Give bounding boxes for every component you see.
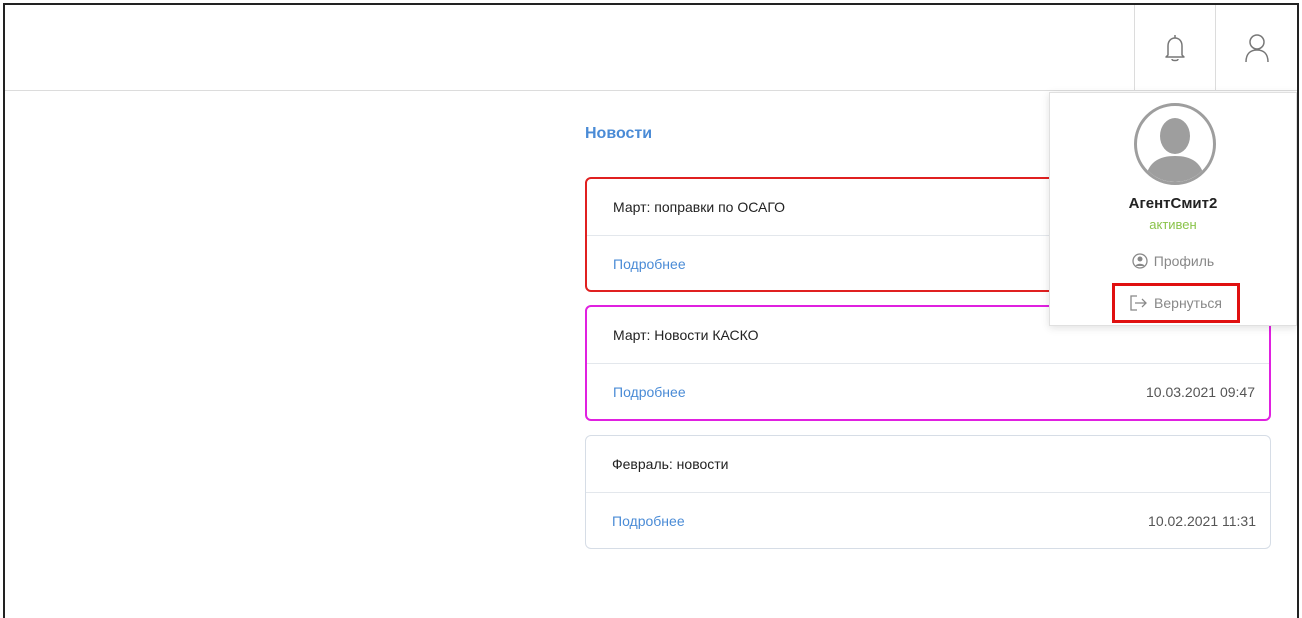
notifications-button[interactable] <box>1134 5 1214 91</box>
username: АгентСмит2 <box>1128 195 1218 212</box>
news-more-link[interactable]: Подробнее <box>613 384 686 400</box>
news-section-title: Новости <box>585 125 653 142</box>
news-card-title: Февраль: новости <box>586 436 1270 493</box>
app-window: Новости Март: поправки по ОСАГО Подробне… <box>3 3 1299 618</box>
news-more-link[interactable]: Подробнее <box>612 513 685 529</box>
news-card: Февраль: новости Подробнее 10.02.2021 11… <box>585 435 1271 549</box>
user-menu-button[interactable] <box>1215 5 1297 91</box>
status-badge: активен <box>1149 217 1197 232</box>
back-label: Вернуться <box>1154 295 1222 311</box>
logout-icon <box>1130 295 1147 311</box>
news-more-link[interactable]: Подробнее <box>613 256 686 272</box>
bell-icon <box>1164 35 1185 62</box>
profile-menu-item[interactable]: Профиль <box>1050 253 1296 269</box>
avatar-placeholder-icon <box>1145 118 1205 182</box>
avatar <box>1134 103 1216 185</box>
back-menu-item[interactable]: Вернуться <box>1112 283 1240 323</box>
user-icon <box>1244 34 1269 63</box>
profile-icon <box>1132 253 1148 269</box>
user-dropdown: АгентСмит2 активен Профиль Вернуться <box>1049 92 1297 326</box>
profile-label: Профиль <box>1153 253 1215 269</box>
news-date: 10.02.2021 11:31 <box>1148 513 1256 529</box>
news-date: 10.03.2021 09:47 <box>1146 384 1255 400</box>
top-bar <box>5 5 1297 91</box>
